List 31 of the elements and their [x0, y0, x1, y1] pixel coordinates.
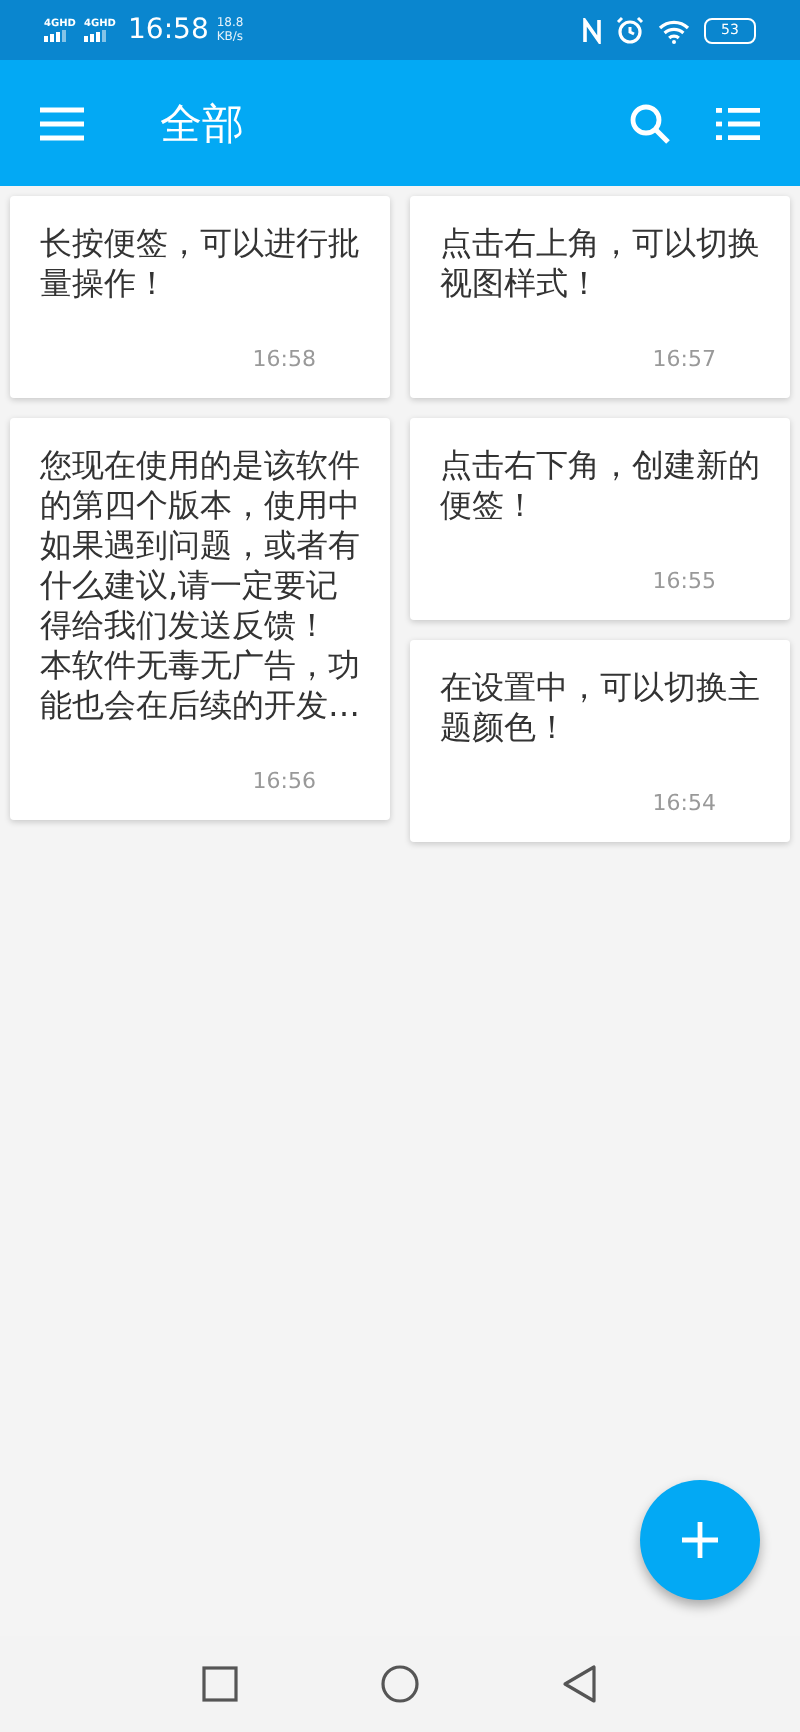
- note-text: 点击右上角，可以切换视图样式！: [440, 224, 762, 304]
- list-view-icon[interactable]: [716, 105, 760, 141]
- search-icon[interactable]: [628, 101, 672, 145]
- note-time: 16:57: [650, 346, 718, 372]
- note-text: 本软件无毒无广告，功能也会在后续的开发…: [40, 646, 362, 726]
- back-icon[interactable]: [562, 1664, 599, 1704]
- note-time: 16:55: [650, 568, 718, 594]
- note-card[interactable]: 在设置中，可以切换主题颜色！ 16:54: [410, 640, 790, 842]
- note-text: 长按便签，可以进行批量操作！: [40, 224, 362, 304]
- alarm-icon: [616, 16, 644, 44]
- note-time: 16:56: [250, 768, 318, 794]
- note-text: 点击右下角，创建新的便签！: [440, 446, 762, 526]
- note-text: 您现在使用的是该软件的第四个版本，使用中如果遇到问题，或者有什么建议,请一定要记得给我们发送反馈！: [40, 446, 362, 646]
- note-text: 在设置中，可以切换主题颜色！: [440, 668, 762, 748]
- clock-time: 16:58: [128, 14, 209, 46]
- wifi-icon: [658, 17, 690, 43]
- signal-icon: [44, 30, 68, 42]
- plus-icon: [682, 1522, 718, 1558]
- note-card[interactable]: 您现在使用的是该软件的第四个版本，使用中如果遇到问题，或者有什么建议,请一定要记得给我们发送反馈！ 本软件无毒无广告，功能也会在后续的开发… 16:56: [10, 418, 390, 820]
- note-card[interactable]: 点击右上角，可以切换视图样式！ 16:57: [410, 196, 790, 398]
- add-note-button[interactable]: [640, 1480, 760, 1600]
- note-time: 16:54: [650, 790, 718, 816]
- note-time: 16:58: [250, 346, 318, 372]
- home-icon[interactable]: [379, 1664, 420, 1704]
- note-card[interactable]: 长按便签，可以进行批量操作！ 16:58: [10, 196, 390, 398]
- app-title: 全部: [160, 97, 246, 151]
- menu-icon[interactable]: [40, 105, 84, 141]
- signal-icon: [84, 30, 108, 42]
- note-card[interactable]: 点击右下角，创建新的便签！ 16:55: [410, 418, 790, 620]
- nfc-icon: [582, 17, 602, 43]
- recent-apps-icon[interactable]: [201, 1666, 238, 1702]
